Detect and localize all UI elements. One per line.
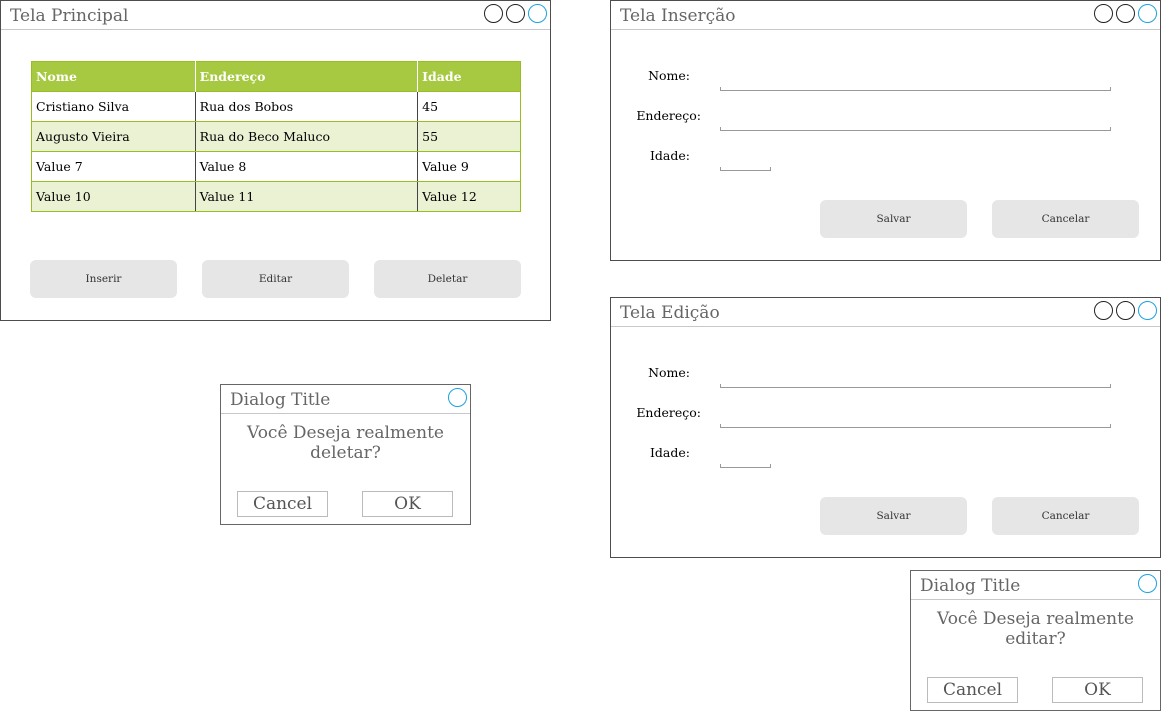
edit-window-title: Tela Edição [620, 303, 720, 323]
cancel-button[interactable]: Cancel [237, 491, 328, 517]
maximize-circle-icon[interactable] [1116, 4, 1135, 23]
table-row[interactable]: Cristiano Silva Rua dos Bobos 45 [31, 91, 521, 122]
window-controls [1091, 301, 1157, 322]
close-circle-icon[interactable] [448, 388, 467, 407]
delete-dialog-title: Dialog Title [230, 390, 331, 410]
edit-confirm-dialog: Dialog Title Você Deseja realmente edita… [910, 570, 1161, 711]
column-header-nome[interactable]: Nome [31, 61, 196, 92]
window-controls [1135, 574, 1157, 595]
cancel-button[interactable]: Cancelar [992, 497, 1139, 535]
table-header-row: Nome Endereço Idade [31, 61, 521, 92]
edit-window: Tela Edição Nome: Endereço: Idade: Salva… [610, 297, 1161, 558]
insert-window-titlebar: Tela Inserção [611, 1, 1160, 30]
name-input[interactable] [720, 384, 1111, 388]
column-header-idade[interactable]: Idade [417, 61, 521, 92]
close-circle-icon[interactable] [1138, 4, 1157, 23]
age-input[interactable] [720, 464, 771, 468]
minimize-circle-icon[interactable] [1094, 4, 1113, 23]
ok-button[interactable]: OK [362, 491, 453, 517]
table-cell: Value 8 [194, 151, 419, 182]
edit-dialog-titlebar: Dialog Title [911, 571, 1160, 600]
delete-button[interactable]: Deletar [374, 260, 521, 298]
table-row[interactable]: Value 10 Value 11 Value 12 [31, 181, 521, 212]
address-input[interactable] [720, 424, 1111, 428]
close-circle-icon[interactable] [1138, 301, 1157, 320]
delete-confirm-dialog: Dialog Title Você Deseja realmente delet… [220, 384, 471, 525]
address-label: Endereço: [636, 108, 701, 123]
maximize-circle-icon[interactable] [506, 4, 525, 23]
table-cell: Cristiano Silva [31, 91, 196, 122]
window-controls [1091, 4, 1157, 25]
table-row[interactable]: Augusto Vieira Rua do Beco Maluco 55 [31, 121, 521, 152]
name-input[interactable] [720, 87, 1111, 91]
insert-window-title: Tela Inserção [620, 6, 736, 26]
minimize-circle-icon[interactable] [1094, 301, 1113, 320]
close-circle-icon[interactable] [1138, 574, 1157, 593]
window-controls [445, 388, 467, 409]
close-circle-icon[interactable] [528, 4, 547, 23]
save-button[interactable]: Salvar [820, 200, 967, 238]
cancel-button[interactable]: Cancel [927, 677, 1018, 703]
name-label: Nome: [648, 365, 690, 380]
edit-window-titlebar: Tela Edição [611, 298, 1160, 327]
cancel-button[interactable]: Cancelar [992, 200, 1139, 238]
edit-dialog-message: Você Deseja realmente editar? [936, 609, 1134, 649]
edit-button[interactable]: Editar [202, 260, 349, 298]
table-cell: Value 7 [31, 151, 196, 182]
table-cell: 45 [417, 91, 521, 122]
table-cell: Value 11 [194, 181, 419, 212]
age-input[interactable] [720, 167, 771, 171]
maximize-circle-icon[interactable] [1116, 301, 1135, 320]
delete-dialog-titlebar: Dialog Title [221, 385, 470, 414]
name-label: Nome: [648, 68, 690, 83]
address-input[interactable] [720, 127, 1111, 131]
edit-dialog-title: Dialog Title [920, 576, 1021, 596]
save-button[interactable]: Salvar [820, 497, 967, 535]
table-cell: Value 12 [417, 181, 521, 212]
table-cell: 55 [417, 121, 521, 152]
address-label: Endereço: [636, 405, 701, 420]
table-cell: Value 9 [417, 151, 521, 182]
insert-button[interactable]: Inserir [30, 260, 177, 298]
age-label: Idade: [649, 445, 690, 460]
age-label: Idade: [649, 148, 690, 163]
main-window: Tela Principal Nome Endereço Idade Crist… [0, 0, 551, 321]
column-header-endereco[interactable]: Endereço [194, 61, 419, 92]
window-controls [481, 4, 547, 25]
ok-button[interactable]: OK [1052, 677, 1143, 703]
table-cell: Value 10 [31, 181, 196, 212]
minimize-circle-icon[interactable] [484, 4, 503, 23]
main-window-titlebar: Tela Principal [1, 1, 550, 30]
table-cell: Rua do Beco Maluco [194, 121, 419, 152]
delete-dialog-message: Você Deseja realmente deletar? [246, 423, 444, 463]
main-window-title: Tela Principal [10, 6, 129, 26]
table-cell: Rua dos Bobos [194, 91, 419, 122]
table-row[interactable]: Value 7 Value 8 Value 9 [31, 151, 521, 182]
people-table: Nome Endereço Idade Cristiano Silva Rua … [31, 61, 521, 212]
table-cell: Augusto Vieira [31, 121, 196, 152]
insert-window: Tela Inserção Nome: Endereço: Idade: Sal… [610, 0, 1161, 261]
